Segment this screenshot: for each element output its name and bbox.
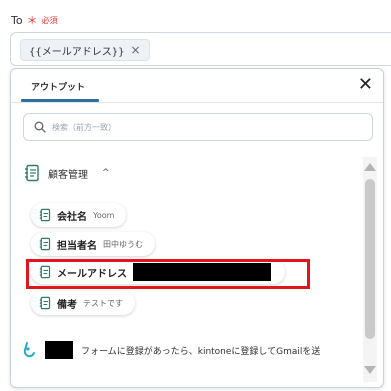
item-value: Yoom	[93, 210, 115, 220]
item-value: 田中ゆうむ	[103, 239, 143, 249]
form-trigger-icon	[23, 342, 35, 358]
item-label: 会社名	[57, 211, 87, 223]
output-item-company[interactable]: 会社名 Yoom	[31, 203, 127, 227]
kintone-app-icon	[25, 164, 39, 182]
kintone-field-icon	[39, 208, 51, 222]
highlight-box	[26, 259, 310, 289]
output-picker-panel: アウトプット ✕ 顧客管理 ^	[10, 68, 384, 388]
to-field-label: To ＊ 必須	[11, 12, 58, 28]
output-item-person[interactable]: 担当者名 田中ゆうむ	[31, 232, 155, 256]
close-icon[interactable]: ✕	[358, 75, 373, 95]
kintone-field-icon	[39, 296, 51, 310]
kintone-field-icon	[39, 237, 51, 251]
variable-chip[interactable]: {{メールアドレス}} ×	[20, 39, 150, 61]
redacted-form-name	[45, 341, 73, 359]
section-title: 顧客管理	[48, 169, 88, 181]
required-text: 必須	[41, 15, 58, 25]
scroll-thumb[interactable]	[365, 179, 375, 339]
search-box[interactable]	[23, 113, 373, 141]
scroll-up-arrow-icon[interactable]	[364, 163, 376, 171]
active-tab-indicator	[21, 99, 99, 102]
trigger-text: フォームに登録があったら、kintoneに登録してGmailを送	[81, 346, 321, 357]
scrollbar[interactable]	[363, 157, 377, 382]
search-input[interactable]	[52, 122, 352, 132]
trigger-row[interactable]: フォームに登録があったら、kintoneに登録してGmailを送	[23, 341, 320, 359]
tab-bar: アウトプット ✕	[11, 69, 383, 103]
to-label-text: To	[11, 13, 23, 27]
tab-output[interactable]: アウトプット	[31, 80, 85, 93]
item-label: 備考	[57, 299, 77, 311]
section-header[interactable]: 顧客管理 ^	[24, 164, 110, 182]
chevron-up-icon[interactable]: ^	[102, 168, 110, 178]
item-value: テストです	[83, 298, 123, 308]
chip-text: {{メールアドレス}}	[29, 46, 125, 58]
item-label: 担当者名	[57, 240, 97, 252]
chip-close-icon[interactable]: ×	[130, 43, 140, 57]
required-mark: ＊	[26, 14, 38, 27]
scroll-down-arrow-icon[interactable]	[364, 366, 376, 374]
search-icon	[34, 121, 46, 133]
output-item-notes[interactable]: 備考 テストです	[31, 291, 135, 315]
